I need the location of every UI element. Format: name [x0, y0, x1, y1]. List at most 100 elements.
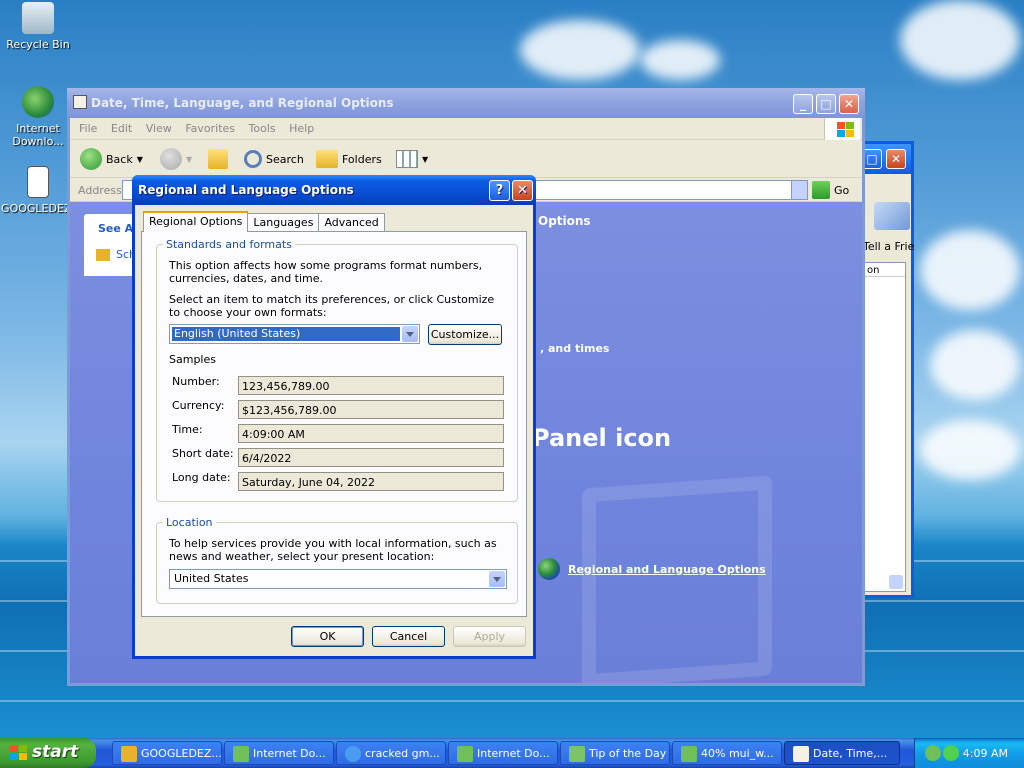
menu-favorites[interactable]: Favorites	[180, 118, 240, 139]
scroll-right-button[interactable]	[889, 575, 903, 589]
back-label: Back	[106, 152, 133, 166]
system-tray: 4:09 AM	[914, 738, 1024, 768]
desktop-icon-label: Internet Downlo...	[12, 122, 64, 148]
cancel-button[interactable]: Cancel	[372, 626, 445, 647]
go-button[interactable]: Go	[812, 181, 849, 199]
control-panel-icon	[73, 95, 87, 109]
cloud	[920, 420, 1020, 480]
start-button[interactable]: start	[0, 738, 96, 768]
menu-tools[interactable]: Tools	[244, 118, 281, 139]
menu-bar: File Edit View Favorites Tools Help	[70, 118, 862, 140]
up-folder-icon	[208, 149, 228, 169]
clock[interactable]: 4:09 AM	[963, 747, 1008, 760]
taskbar-button[interactable]: Internet Do...	[448, 741, 558, 765]
views-button[interactable]: ▼	[396, 146, 428, 172]
regional-options-link-row[interactable]: Regional and Language Options	[538, 558, 766, 580]
format-select-value: English (United States)	[172, 327, 400, 341]
apply-button[interactable]: Apply	[453, 626, 526, 647]
minimize-button[interactable]: _	[793, 94, 813, 114]
background-window-titlebar[interactable]: □ ✕	[860, 144, 911, 174]
task-link[interactable]: , and times	[540, 342, 609, 355]
desktop-icon-googledez[interactable]: GOOGLEDEZ.	[0, 166, 76, 215]
cloud	[930, 330, 1020, 400]
menu-edit[interactable]: Edit	[106, 118, 137, 139]
location-select[interactable]: United States	[169, 569, 507, 589]
download-icon	[457, 746, 473, 762]
see-also-item[interactable]: Sch	[96, 248, 136, 261]
search-button[interactable]: Search	[244, 146, 304, 172]
globe-icon	[538, 558, 560, 580]
location-groupbox: Location To help services provide you wi…	[156, 516, 518, 604]
desktop-icon-recycle-bin[interactable]: Recycle Bin	[0, 2, 76, 51]
tab-regional-options[interactable]: Regional Options	[143, 211, 249, 232]
close-button[interactable]: ✕	[839, 94, 859, 114]
download-tray-icon[interactable]	[925, 745, 941, 761]
help-button[interactable]: ?	[489, 180, 510, 201]
samples-heading: Samples	[169, 353, 216, 366]
taskbar: start GOOGLEDEZ... Internet Do... cracke…	[0, 738, 1024, 768]
network-tray-icon[interactable]	[943, 745, 959, 761]
taskbar-button[interactable]: Tip of the Day	[560, 741, 670, 765]
customize-button[interactable]: Customize...	[428, 324, 502, 345]
location-select-value: United States	[174, 572, 249, 585]
taskbar-button-active[interactable]: Date, Time,...	[784, 741, 900, 765]
explorer-titlebar[interactable]: Date, Time, Language, and Regional Optio…	[67, 88, 865, 118]
download-icon	[233, 746, 249, 762]
windows-logo-icon	[824, 118, 860, 140]
back-button[interactable]: Back ▼	[80, 146, 143, 172]
background-window-list[interactable]: on	[864, 262, 906, 592]
taskbar-button-label: Internet Do...	[477, 747, 550, 760]
chevron-down-icon[interactable]	[489, 571, 505, 587]
chevron-down-icon[interactable]	[402, 326, 418, 342]
standards-description: This option affects how some programs fo…	[169, 259, 483, 285]
tell-a-friend-label[interactable]: Tell a Frie	[863, 240, 914, 253]
explorer-title: Date, Time, Language, and Regional Optio…	[91, 96, 394, 110]
taskbar-button[interactable]: Internet Do...	[224, 741, 334, 765]
taskbar-button-label: Date, Time,...	[813, 747, 888, 760]
forward-arrow-icon	[160, 148, 182, 170]
dialog-titlebar[interactable]: Regional and Language Options ? ✕	[132, 175, 536, 205]
regional-options-dialog[interactable]: Regional and Language Options ? ✕ Region…	[132, 175, 536, 659]
cloud	[920, 230, 1020, 310]
column-header[interactable]: on	[865, 263, 905, 277]
menu-help[interactable]: Help	[284, 118, 319, 139]
regional-options-link[interactable]: Regional and Language Options	[568, 563, 766, 576]
control-panel-icon	[793, 746, 809, 762]
up-folder-button[interactable]	[208, 146, 228, 172]
chevron-down-icon[interactable]: ▼	[186, 155, 192, 164]
menu-view[interactable]: View	[141, 118, 177, 139]
maximize-button[interactable]: □	[816, 94, 836, 114]
ok-button[interactable]: OK	[291, 626, 364, 647]
close-button[interactable]: ✕	[886, 149, 906, 169]
folders-button[interactable]: Folders	[316, 146, 382, 172]
scheduled-tasks-icon	[96, 248, 110, 261]
taskbar-button[interactable]: 40% mui_w...	[672, 741, 782, 765]
sample-label: Short date:	[172, 447, 234, 460]
sample-value-currency: $123,456,789.00	[238, 400, 504, 419]
desktop-icon-label: Recycle Bin	[6, 38, 70, 51]
menu-file[interactable]: File	[74, 118, 102, 139]
format-select[interactable]: English (United States)	[169, 324, 420, 344]
tell-a-friend-icon	[874, 202, 910, 230]
cloud	[640, 40, 720, 80]
start-label: start	[32, 742, 79, 762]
tab-advanced[interactable]: Advanced	[318, 213, 385, 232]
tab-languages[interactable]: Languages	[247, 213, 320, 232]
maximize-button[interactable]: □	[862, 149, 882, 169]
taskbar-button-label: Internet Do...	[253, 747, 326, 760]
sample-value-time: 4:09:00 AM	[238, 424, 504, 443]
background-window[interactable]: □ ✕ Tell a Frie on	[860, 141, 914, 598]
taskbar-button[interactable]: cracked gm...	[336, 741, 446, 765]
address-dropdown-button[interactable]	[791, 181, 807, 199]
go-label: Go	[834, 183, 850, 197]
internet-download-icon	[22, 86, 54, 118]
go-arrow-icon	[812, 181, 830, 199]
standards-instruction: Select an item to match its preferences,…	[169, 293, 495, 319]
sample-label: Long date:	[172, 471, 231, 484]
chevron-down-icon[interactable]: ▼	[137, 155, 143, 164]
forward-button[interactable]: ▼	[160, 146, 192, 172]
close-button[interactable]: ✕	[512, 180, 533, 201]
taskbar-button[interactable]: GOOGLEDEZ...	[112, 741, 222, 765]
desktop-icon-internet-download[interactable]: Internet Downlo...	[0, 86, 76, 148]
cloud	[900, 0, 1020, 80]
